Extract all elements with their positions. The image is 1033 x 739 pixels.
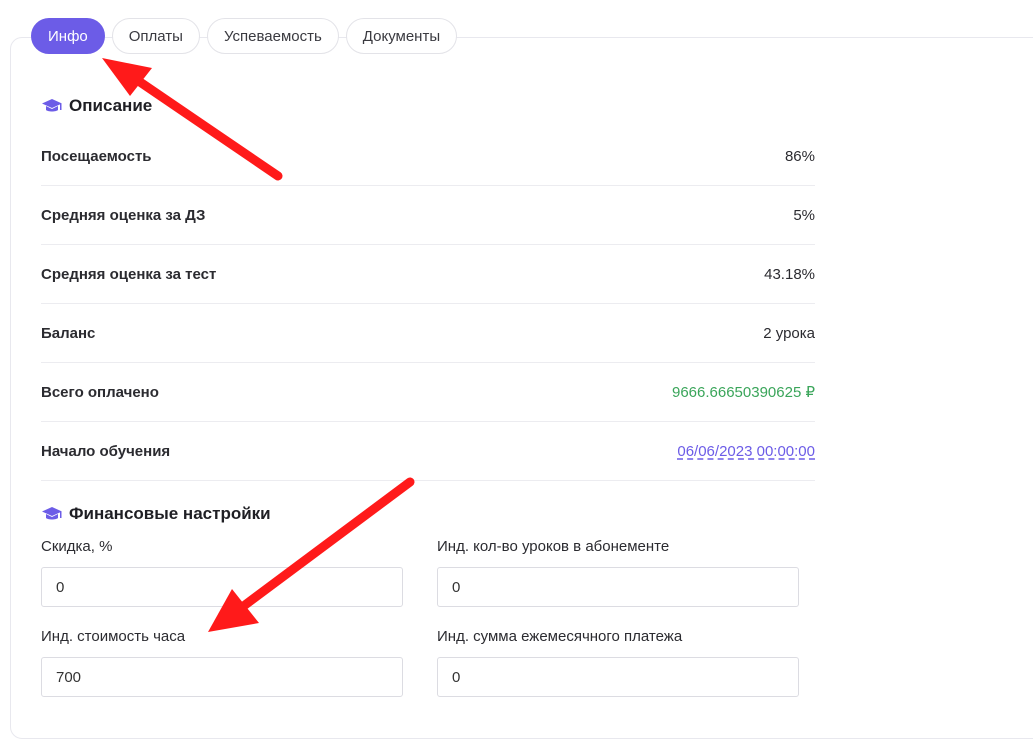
row-attendance: Посещаемость 86% <box>41 127 815 186</box>
row-label: Баланс <box>41 324 96 342</box>
tab-info[interactable]: Инфо <box>31 18 105 54</box>
row-total-paid: Всего оплачено 9666.66650390625 ₽ <box>41 363 815 422</box>
tab-progress[interactable]: Успеваемость <box>206 18 339 54</box>
row-label: Средняя оценка за ДЗ <box>41 206 206 224</box>
graduation-cap-icon <box>41 506 63 522</box>
discount-input[interactable] <box>41 567 403 607</box>
monthly-payment-label: Инд. сумма ежемесячного платежа <box>437 628 683 645</box>
description-heading: Описание <box>41 96 152 116</box>
row-avg-homework: Средняя оценка за ДЗ 5% <box>41 186 815 245</box>
hour-cost-input[interactable] <box>41 657 403 697</box>
finance-heading: Финансовые настройки <box>41 504 271 524</box>
row-balance: Баланс 2 урока <box>41 304 815 363</box>
row-label: Всего оплачено <box>41 383 159 401</box>
tab-documents[interactable]: Документы <box>345 18 458 54</box>
tab-bar: Инфо Оплаты Успеваемость Документы <box>31 18 458 54</box>
hour-cost-label: Инд. стоимость часа <box>41 628 186 645</box>
description-title: Описание <box>69 96 153 115</box>
row-value: 5% <box>793 206 815 224</box>
monthly-payment-input[interactable] <box>437 657 799 697</box>
row-value: 86% <box>784 147 815 165</box>
row-start-date: Начало обучения 06/06/2023 00:00:00 <box>41 422 815 481</box>
row-avg-test: Средняя оценка за тест 43.18% <box>41 245 815 304</box>
lessons-per-subscription-label: Инд. кол-во уроков в абонементе <box>437 538 670 555</box>
finance-title: Финансовые настройки <box>69 504 271 523</box>
description-list: Посещаемость 86% Средняя оценка за ДЗ 5%… <box>41 127 815 481</box>
row-label: Средняя оценка за тест <box>41 265 217 283</box>
row-label: Начало обучения <box>41 442 171 460</box>
lessons-per-subscription-input[interactable] <box>437 567 799 607</box>
tab-payments[interactable]: Оплаты <box>111 18 200 54</box>
row-value: 2 урока <box>763 324 815 342</box>
total-paid-value: 9666.66650390625 ₽ <box>671 384 815 401</box>
row-label: Посещаемость <box>41 147 152 165</box>
discount-label: Скидка, % <box>41 538 113 555</box>
start-date-link[interactable]: 06/06/2023 00:00:00 <box>677 443 815 460</box>
graduation-cap-icon <box>41 98 63 114</box>
row-value: 43.18% <box>764 265 815 283</box>
